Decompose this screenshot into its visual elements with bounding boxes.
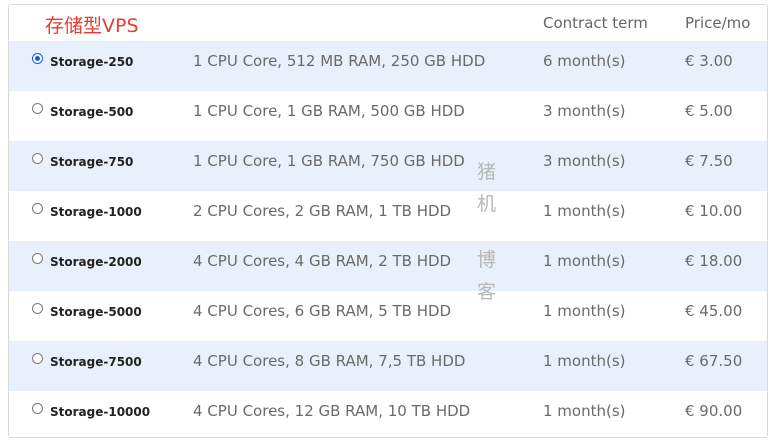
plan-term: 6 month(s) bbox=[543, 52, 626, 70]
plan-spec: 4 CPU Cores, 12 GB RAM, 10 TB HDD bbox=[193, 402, 471, 420]
plan-term: 1 month(s) bbox=[543, 302, 626, 320]
plan-term: 3 month(s) bbox=[543, 152, 626, 170]
plan-spec: 2 CPU Cores, 2 GB RAM, 1 TB HDD bbox=[193, 202, 452, 220]
plan-price: € 90.00 bbox=[685, 402, 743, 420]
plan-term: 1 month(s) bbox=[543, 352, 626, 370]
plan-name: Storage-500 bbox=[50, 105, 134, 119]
plan-radio[interactable] bbox=[32, 203, 43, 214]
plan-row[interactable]: Storage-750 1 CPU Core, 1 GB RAM, 750 GB… bbox=[9, 141, 767, 191]
plan-term: 3 month(s) bbox=[543, 102, 626, 120]
watermark-char: 博 bbox=[477, 249, 497, 271]
watermark-char: 机 bbox=[477, 193, 497, 215]
plan-radio[interactable] bbox=[32, 253, 43, 264]
plan-name: Storage-1000 bbox=[50, 205, 142, 219]
plan-radio[interactable] bbox=[32, 103, 43, 114]
plan-radio[interactable] bbox=[32, 403, 43, 414]
plan-radio[interactable] bbox=[32, 353, 43, 364]
plan-name: Storage-250 bbox=[50, 55, 134, 69]
plan-name: Storage-750 bbox=[50, 155, 134, 169]
plan-list: Storage-250 1 CPU Core, 512 MB RAM, 250 … bbox=[9, 41, 767, 437]
table-header: 存储型VPS Contract term Price/mo bbox=[9, 5, 767, 41]
watermark-char: 客 bbox=[477, 281, 497, 303]
price-header: Price/mo bbox=[685, 14, 751, 32]
plan-price: € 3.00 bbox=[685, 52, 733, 70]
plan-row[interactable]: Storage-250 1 CPU Core, 512 MB RAM, 250 … bbox=[9, 41, 767, 91]
plan-row[interactable]: Storage-5000 4 CPU Cores, 6 GB RAM, 5 TB… bbox=[9, 291, 767, 341]
plan-row[interactable]: Storage-2000 4 CPU Cores, 4 GB RAM, 2 TB… bbox=[9, 241, 767, 291]
plan-spec: 4 CPU Cores, 8 GB RAM, 7,5 TB HDD bbox=[193, 352, 466, 370]
page-title: 存储型VPS bbox=[45, 15, 139, 37]
plan-price: € 67.50 bbox=[685, 352, 743, 370]
plan-price: € 10.00 bbox=[685, 202, 743, 220]
plan-spec: 4 CPU Cores, 6 GB RAM, 5 TB HDD bbox=[193, 302, 452, 320]
plan-name: Storage-5000 bbox=[50, 305, 142, 319]
plan-price: € 5.00 bbox=[685, 102, 733, 120]
plan-spec: 1 CPU Core, 1 GB RAM, 500 GB HDD bbox=[193, 102, 465, 120]
plan-spec: 1 CPU Core, 512 MB RAM, 250 GB HDD bbox=[193, 52, 486, 70]
plan-radio[interactable] bbox=[32, 153, 43, 164]
plan-name: Storage-10000 bbox=[50, 405, 151, 419]
plan-radio[interactable] bbox=[32, 303, 43, 314]
plan-term: 1 month(s) bbox=[543, 402, 626, 420]
plan-table-panel: 存储型VPS Contract term Price/mo Storage-25… bbox=[8, 4, 768, 438]
plan-term: 1 month(s) bbox=[543, 202, 626, 220]
plan-price: € 18.00 bbox=[685, 252, 743, 270]
plan-price: € 45.00 bbox=[685, 302, 743, 320]
plan-term: 1 month(s) bbox=[543, 252, 626, 270]
plan-radio[interactable] bbox=[32, 53, 43, 64]
plan-name: Storage-7500 bbox=[50, 355, 142, 369]
plan-spec: 4 CPU Cores, 4 GB RAM, 2 TB HDD bbox=[193, 252, 452, 270]
plan-row[interactable]: Storage-1000 2 CPU Cores, 2 GB RAM, 1 TB… bbox=[9, 191, 767, 241]
plan-row[interactable]: Storage-10000 4 CPU Cores, 12 GB RAM, 10… bbox=[9, 391, 767, 437]
plan-name: Storage-2000 bbox=[50, 255, 142, 269]
plan-row[interactable]: Storage-7500 4 CPU Cores, 8 GB RAM, 7,5 … bbox=[9, 341, 767, 391]
watermark-char: 猪 bbox=[477, 161, 497, 183]
contract-term-header: Contract term bbox=[543, 14, 648, 32]
plan-price: € 7.50 bbox=[685, 152, 733, 170]
plan-row[interactable]: Storage-500 1 CPU Core, 1 GB RAM, 500 GB… bbox=[9, 91, 767, 141]
plan-spec: 1 CPU Core, 1 GB RAM, 750 GB HDD bbox=[193, 152, 465, 170]
